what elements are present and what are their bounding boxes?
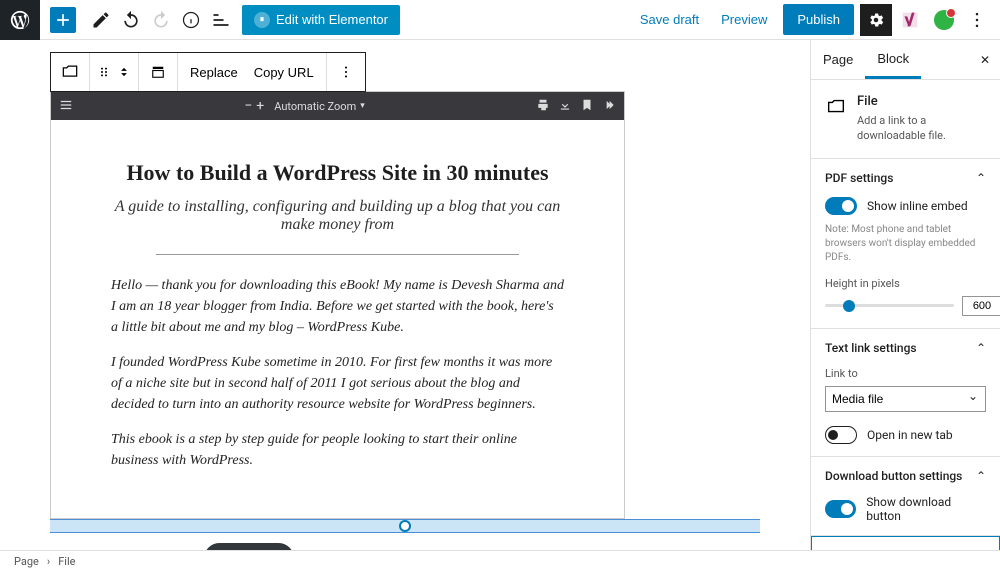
pdf-embed: − + Automatic Zoom ▾ How to Build a Word…: [50, 91, 625, 519]
publish-button[interactable]: Publish: [783, 4, 854, 35]
panel-text-link: Text link settings ⌃ Link to Media file …: [811, 329, 1000, 457]
print-icon[interactable]: [536, 98, 550, 115]
chevron-down-icon: ▾: [360, 101, 365, 111]
panel-download: Download button settings ⌃ Show download…: [811, 457, 1000, 536]
toggle-download-label: Show download button: [866, 495, 986, 523]
download-button[interactable]: Download: [204, 543, 294, 550]
elementor-button[interactable]: ⏸ Edit with Elementor: [242, 5, 400, 35]
yoast-button[interactable]: [894, 4, 926, 36]
breadcrumb: Page › File: [0, 550, 1000, 572]
toggle-new-tab-label: Open in new tab: [867, 428, 953, 442]
panel-pdf-settings: PDF settings ⌃ Show inline embed Note: M…: [811, 159, 1000, 329]
pdf-sidebar-toggle-icon[interactable]: [59, 98, 73, 115]
preview-button[interactable]: Preview: [711, 6, 777, 33]
block-info-header: File Add a link to a downloadable file.: [811, 80, 1000, 159]
pdf-note: Note: Most phone and tablet browsers won…: [825, 223, 986, 265]
editor-canvas: Replace Copy URL − + Automatic Zoom ▾: [0, 40, 810, 550]
elementor-label: Edit with Elementor: [276, 12, 388, 27]
download-icon[interactable]: [558, 98, 572, 115]
chevron-up-icon: ⌃: [976, 341, 986, 355]
block-more-button[interactable]: [331, 55, 361, 89]
jetpack-button[interactable]: [928, 4, 960, 36]
move-button[interactable]: [114, 55, 134, 89]
close-sidebar-icon[interactable]: ✕: [980, 53, 990, 67]
panel-download-head[interactable]: Download button settings ⌃: [825, 469, 986, 483]
save-draft-button[interactable]: Save draft: [630, 6, 709, 33]
block-desc: Add a link to a downloadable file.: [857, 113, 986, 144]
pdf-paragraph: Hello — thank you for downloading this e…: [111, 275, 564, 338]
resize-handle[interactable]: [399, 520, 411, 532]
height-slider[interactable]: [825, 304, 954, 307]
toggle-inline-embed[interactable]: [825, 197, 857, 215]
file-block-row: launch-wordpress-blog Download: [50, 543, 760, 550]
toggle-inline-label: Show inline embed: [867, 199, 968, 213]
chevron-up-icon: ⌃: [976, 171, 986, 185]
toolbar-right: Save draft Preview Publish: [630, 4, 1000, 36]
block-toolbar: Replace Copy URL: [50, 52, 366, 92]
panel-advanced[interactable]: Advanced ⌄: [811, 536, 1000, 550]
info-button[interactable]: [176, 5, 206, 35]
height-label: Height in pixels: [825, 277, 986, 290]
resize-handle-bar[interactable]: [50, 519, 760, 533]
top-toolbar: ⏸ Edit with Elementor Save draft Preview…: [0, 0, 1000, 40]
bookmark-icon[interactable]: [580, 98, 594, 115]
copy-url-button[interactable]: Copy URL: [246, 55, 322, 89]
settings-sidebar: Page Block ✕ File Add a link to a downlo…: [810, 40, 1000, 550]
tab-page[interactable]: Page: [811, 40, 865, 79]
zoom-out-icon[interactable]: −: [244, 98, 252, 114]
height-input[interactable]: [962, 296, 1000, 316]
elementor-icon: ⏸: [254, 12, 270, 28]
settings-button[interactable]: [860, 4, 892, 36]
align-button[interactable]: [143, 55, 173, 89]
pdf-title: How to Build a WordPress Site in 30 minu…: [111, 160, 564, 186]
block-type-file-button[interactable]: [55, 55, 85, 89]
crumb-file[interactable]: File: [58, 555, 75, 568]
replace-button[interactable]: Replace: [182, 55, 246, 89]
tab-block[interactable]: Block: [865, 40, 921, 79]
panel-text-link-head[interactable]: Text link settings ⌃: [825, 341, 986, 355]
pdf-more-icon[interactable]: [602, 98, 616, 115]
redo-button[interactable]: [146, 5, 176, 35]
edit-mode-button[interactable]: [86, 5, 116, 35]
pdf-divider: [156, 254, 518, 255]
drag-handle[interactable]: [94, 55, 114, 89]
zoom-in-icon[interactable]: +: [256, 98, 264, 114]
chevron-up-icon: ⌃: [976, 469, 986, 483]
file-icon: [825, 96, 847, 118]
pdf-page: How to Build a WordPress Site in 30 minu…: [51, 120, 624, 518]
add-block-button[interactable]: [50, 7, 76, 33]
crumb-page[interactable]: Page: [14, 555, 39, 568]
pdf-paragraph: This ebook is a step by step guide for p…: [111, 429, 564, 471]
link-to-label: Link to: [825, 367, 986, 380]
zoom-select[interactable]: Automatic Zoom: [274, 100, 356, 113]
toggle-new-tab[interactable]: [825, 426, 857, 444]
pdf-paragraph: I founded WordPress Kube sometime in 201…: [111, 352, 564, 415]
block-name: File: [857, 94, 986, 109]
more-options-button[interactable]: [962, 5, 992, 35]
pdf-toolbar: − + Automatic Zoom ▾: [51, 92, 624, 120]
toggle-download-button[interactable]: [825, 500, 856, 518]
pdf-subtitle: A guide to installing, configuring and b…: [111, 198, 564, 234]
panel-pdf-head[interactable]: PDF settings ⌃: [825, 171, 986, 185]
outline-button[interactable]: [206, 5, 236, 35]
sidebar-tabs: Page Block ✕: [811, 40, 1000, 80]
chevron-right-icon: ›: [47, 555, 50, 568]
undo-button[interactable]: [116, 5, 146, 35]
wordpress-logo[interactable]: [0, 0, 40, 40]
link-to-select[interactable]: Media file: [825, 386, 986, 412]
